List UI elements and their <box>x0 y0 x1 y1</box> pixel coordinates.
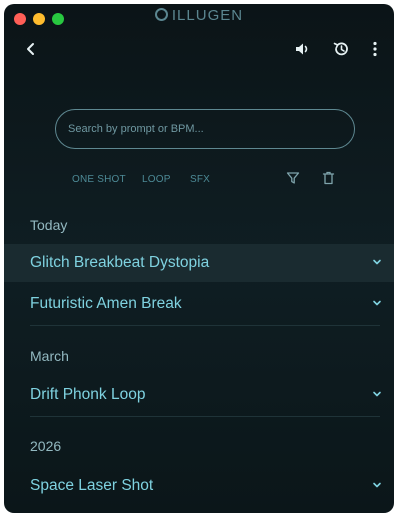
more-button[interactable] <box>370 38 380 60</box>
toolbar <box>4 32 394 64</box>
chevron-down-icon[interactable] <box>372 257 382 267</box>
trash-icon <box>322 171 335 185</box>
history-item-drift-phonk-loop[interactable]: Drift Phonk Loop <box>4 376 394 414</box>
history-item-label: Futuristic Amen Break <box>30 295 182 312</box>
app-title: ILLUGEN <box>171 7 244 24</box>
volume-button[interactable] <box>294 38 312 60</box>
filter-icon <box>286 172 300 184</box>
logo-icon <box>154 8 168 21</box>
speaker-icon <box>296 43 308 55</box>
history-item-label: Drift Phonk Loop <box>30 386 146 403</box>
chevron-down-icon[interactable] <box>372 480 382 490</box>
divider <box>30 416 380 417</box>
title-bar: ILLUGEN <box>4 4 394 32</box>
history-item-glitch-breakbeat-dystopia[interactable]: Glitch Breakbeat Dystopia <box>4 244 394 282</box>
tab-loop[interactable]: LOOP <box>142 174 171 185</box>
search-input[interactable] <box>55 109 355 149</box>
filter-button[interactable] <box>286 170 302 186</box>
history-item-label: Space Laser Shot <box>30 477 154 494</box>
app-window: ILLUGEN Search by prompt or BPM... ONE S… <box>4 4 394 513</box>
history-item-futuristic-amen-break[interactable]: Futuristic Amen Break <box>4 285 394 323</box>
back-button[interactable] <box>24 38 38 60</box>
more-vertical-icon <box>373 41 377 57</box>
section-header-march: March <box>30 348 69 364</box>
history-item-space-laser-shot[interactable]: Space Laser Shot <box>4 467 394 505</box>
section-header-2026: 2026 <box>30 438 62 454</box>
divider <box>30 325 380 326</box>
app-brand: ILLUGEN <box>4 7 394 24</box>
history-icon <box>333 42 348 56</box>
tab-one-shot[interactable]: ONE SHOT <box>72 174 126 185</box>
chevron-down-icon[interactable] <box>372 298 382 308</box>
section-header-today: Today <box>30 217 68 233</box>
chevron-left-icon <box>27 43 34 55</box>
history-item-label: Glitch Breakbeat Dystopia <box>30 254 210 271</box>
clear-history-button[interactable] <box>322 170 338 186</box>
tab-sfx[interactable]: SFX <box>190 174 210 185</box>
history-button[interactable] <box>331 38 351 60</box>
chevron-down-icon[interactable] <box>372 389 382 399</box>
